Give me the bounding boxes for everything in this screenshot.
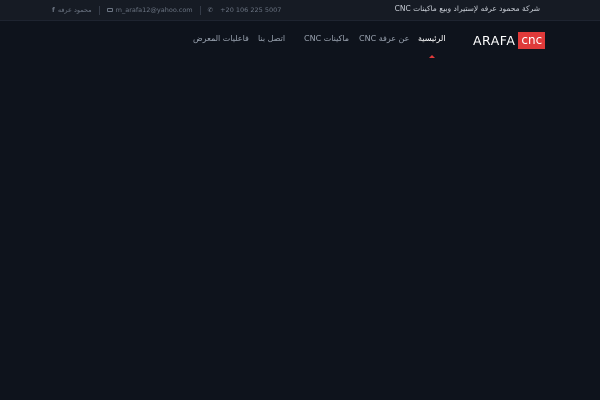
contact-info: f محمود عرفه m_arafa12@yahoo.com ✆ +20 1…: [52, 5, 281, 15]
social-link[interactable]: f محمود عرفه: [52, 6, 92, 14]
main-nav: الرئيسية عن عرفة CNC ماكينات CNC اتصل بن…: [0, 34, 600, 54]
phone-link[interactable]: ✆ +20 106 225 5007: [208, 6, 282, 14]
social-name: محمود عرفه: [57, 6, 92, 14]
email-text: m_arafa12@yahoo.com: [115, 6, 193, 14]
top-bar: شركة محمود عرفه لإستيراد وبيع ماكينات CN…: [0, 0, 600, 21]
site-header: ARAFA cnc الرئيسية عن عرفة CNC ماكينات C…: [0, 20, 600, 70]
active-nav-indicator: [429, 55, 435, 58]
nav-item-machines[interactable]: ماكينات CNC: [304, 34, 349, 43]
nav-item-home[interactable]: الرئيسية: [418, 34, 446, 43]
divider: [199, 5, 201, 15]
phone-text: +20 106 225 5007: [220, 6, 282, 14]
mail-icon: [106, 8, 113, 12]
nav-item-contact[interactable]: اتصل بنا: [258, 34, 285, 43]
phone-icon: ✆: [207, 5, 214, 14]
facebook-icon: f: [52, 5, 55, 14]
nav-item-exhibition[interactable]: فاعليات المعرض: [193, 34, 249, 43]
company-name: شركة محمود عرفه لإستيراد وبيع ماكينات CN…: [394, 4, 540, 13]
nav-item-about[interactable]: عن عرفة CNC: [359, 34, 409, 43]
divider: [98, 5, 100, 15]
email-link[interactable]: m_arafa12@yahoo.com: [106, 6, 193, 14]
page: شركة محمود عرفه لإستيراد وبيع ماكينات CN…: [0, 0, 600, 400]
